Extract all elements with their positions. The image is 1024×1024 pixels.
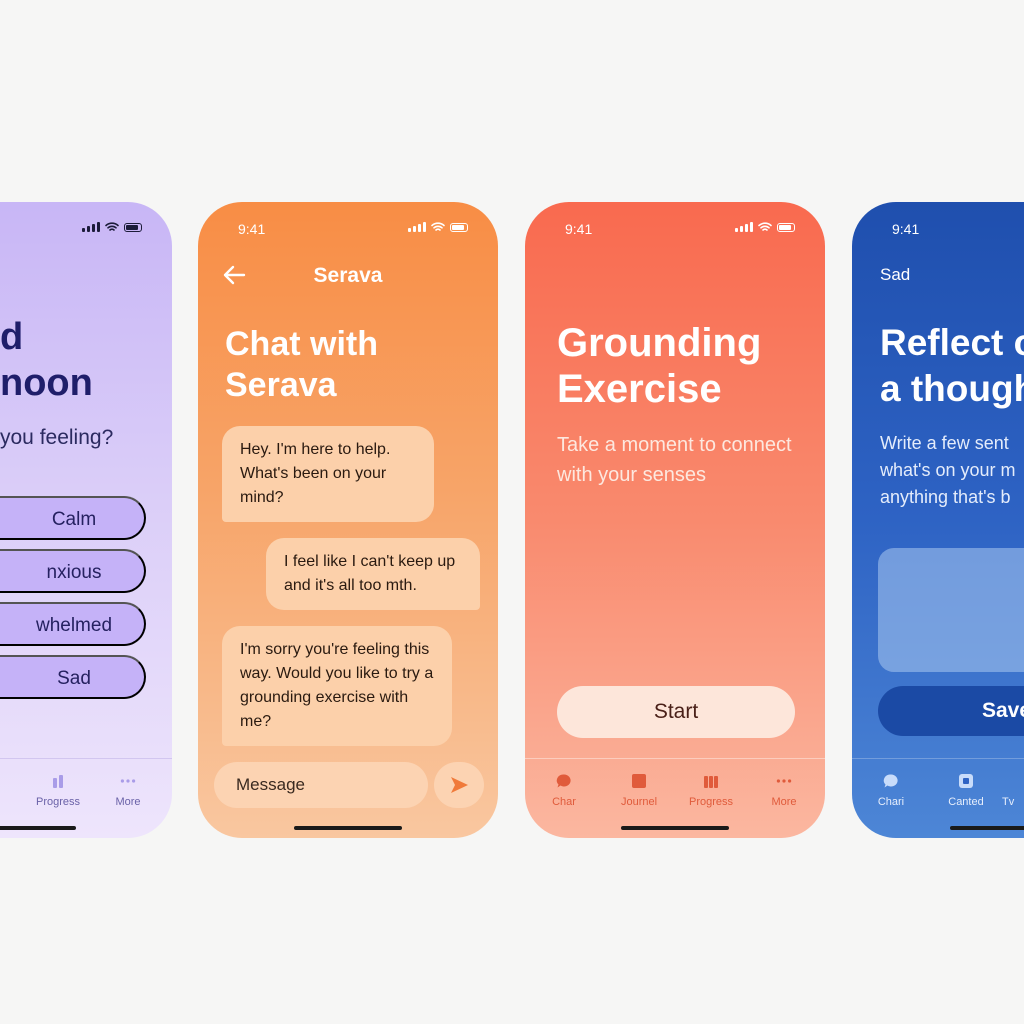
tab-more[interactable]: More xyxy=(749,773,819,808)
message-input[interactable] xyxy=(214,762,428,808)
wifi-icon xyxy=(105,222,119,231)
mood-option-sad[interactable]: Sad xyxy=(0,655,146,699)
reflection-input[interactable] xyxy=(878,548,1024,672)
chat-bubble-icon xyxy=(883,774,898,788)
journal-icon xyxy=(632,774,646,788)
page-title: Chat with Serava xyxy=(225,325,378,404)
progress-icon xyxy=(704,776,718,788)
home-indicator xyxy=(950,826,1024,830)
tab-third[interactable]: Tv xyxy=(1002,773,1024,808)
start-button[interactable]: Start xyxy=(557,686,795,738)
mood-prompt: you feeling? xyxy=(0,426,114,449)
wifi-icon xyxy=(431,222,445,231)
grounding-screen: 9:41 Grounding Exercise Take a moment to… xyxy=(525,202,825,838)
mood-option-overwhelmed[interactable]: whelmed xyxy=(0,602,146,646)
signal-icon xyxy=(82,222,100,232)
mood-screen: d noon you feeling? Calm nxious whelmed … xyxy=(0,202,172,838)
signal-icon xyxy=(735,222,753,232)
tab-label: More xyxy=(115,796,141,808)
app-screens-showcase: d noon you feeling? Calm nxious whelmed … xyxy=(0,0,1024,1024)
progress-icon xyxy=(53,775,63,788)
tab-progress[interactable]: Progress xyxy=(23,773,93,808)
journal-icon xyxy=(959,774,973,788)
tab-label: Journel xyxy=(620,796,658,808)
signal-icon xyxy=(408,222,426,232)
tab-label: Canted xyxy=(948,796,984,808)
title-line: Reflect o xyxy=(880,322,1024,363)
tab-journal[interactable]: Canted xyxy=(931,773,1001,808)
status-icons xyxy=(408,222,468,232)
more-icon xyxy=(776,779,792,783)
home-indicator xyxy=(294,826,402,830)
reflect-screen: 9:41 Sad Reflect o a though Write a few … xyxy=(852,202,1024,838)
home-indicator xyxy=(621,826,729,830)
save-button[interactable]: Save xyxy=(878,686,1024,736)
tab-label: Progress xyxy=(35,796,81,808)
status-icons xyxy=(82,222,142,232)
home-indicator xyxy=(0,826,76,830)
page-subtitle: Write a few sent what's on your m anythi… xyxy=(880,430,1016,511)
journal-icon xyxy=(0,773,1,789)
tab-chat[interactable]: Chari xyxy=(856,773,926,808)
chat-message-bot: I'm sorry you're feeling this way. Would… xyxy=(222,626,452,746)
tab-label: More xyxy=(771,796,797,808)
nav-title: Serava xyxy=(313,264,383,287)
page-title: Grounding Exercise xyxy=(557,321,762,411)
subtitle-line: anything that's b xyxy=(880,487,1011,507)
tab-journal[interactable]: Journel xyxy=(604,773,674,808)
mood-option-anxious[interactable]: nxious xyxy=(0,549,146,593)
nav-title: Sad xyxy=(880,265,911,284)
chat-message-bot: Hey. I'm here to help. What's been on yo… xyxy=(222,426,434,522)
wifi-icon xyxy=(758,222,772,231)
title-line: d xyxy=(0,316,24,358)
page-title: Reflect o a though xyxy=(880,320,1024,412)
title-line: noon xyxy=(0,362,93,404)
tab-label: Chari xyxy=(877,796,905,808)
tab-more[interactable]: More xyxy=(93,773,163,808)
status-time: 9:41 xyxy=(238,221,266,237)
status-icons xyxy=(735,222,795,232)
status-time: 9:41 xyxy=(892,221,920,237)
subtitle-line: Write a few sent xyxy=(880,433,1009,453)
chat-bubble-icon xyxy=(556,774,571,788)
mood-option-calm[interactable]: Calm xyxy=(0,496,146,540)
title-line: a though xyxy=(880,368,1024,409)
tab-icon xyxy=(1009,773,1024,789)
battery-icon xyxy=(124,223,142,232)
battery-icon xyxy=(777,223,795,232)
battery-icon xyxy=(450,223,468,232)
send-button[interactable] xyxy=(434,762,484,808)
more-icon xyxy=(120,779,136,783)
send-icon xyxy=(451,777,468,793)
subtitle-line: what's on your m xyxy=(880,460,1016,480)
tab-label: Tv xyxy=(1002,796,1015,808)
page-title: d noon xyxy=(0,314,93,406)
tab-label: Char xyxy=(552,796,576,808)
page-subtitle: Take a moment to connect with your sense… xyxy=(557,434,792,486)
chat-screen: 9:41 Serava Chat with Serava Hey. I'm he… xyxy=(198,202,498,838)
tab-label: Progress xyxy=(688,796,734,808)
chat-message-user: I feel like I can't keep up and it's all… xyxy=(266,538,480,610)
tab-chat[interactable]: Char xyxy=(529,773,599,808)
status-time: 9:41 xyxy=(565,221,593,237)
tab-progress[interactable]: Progress xyxy=(676,773,746,808)
tab-journal[interactable]: al xyxy=(0,773,8,808)
